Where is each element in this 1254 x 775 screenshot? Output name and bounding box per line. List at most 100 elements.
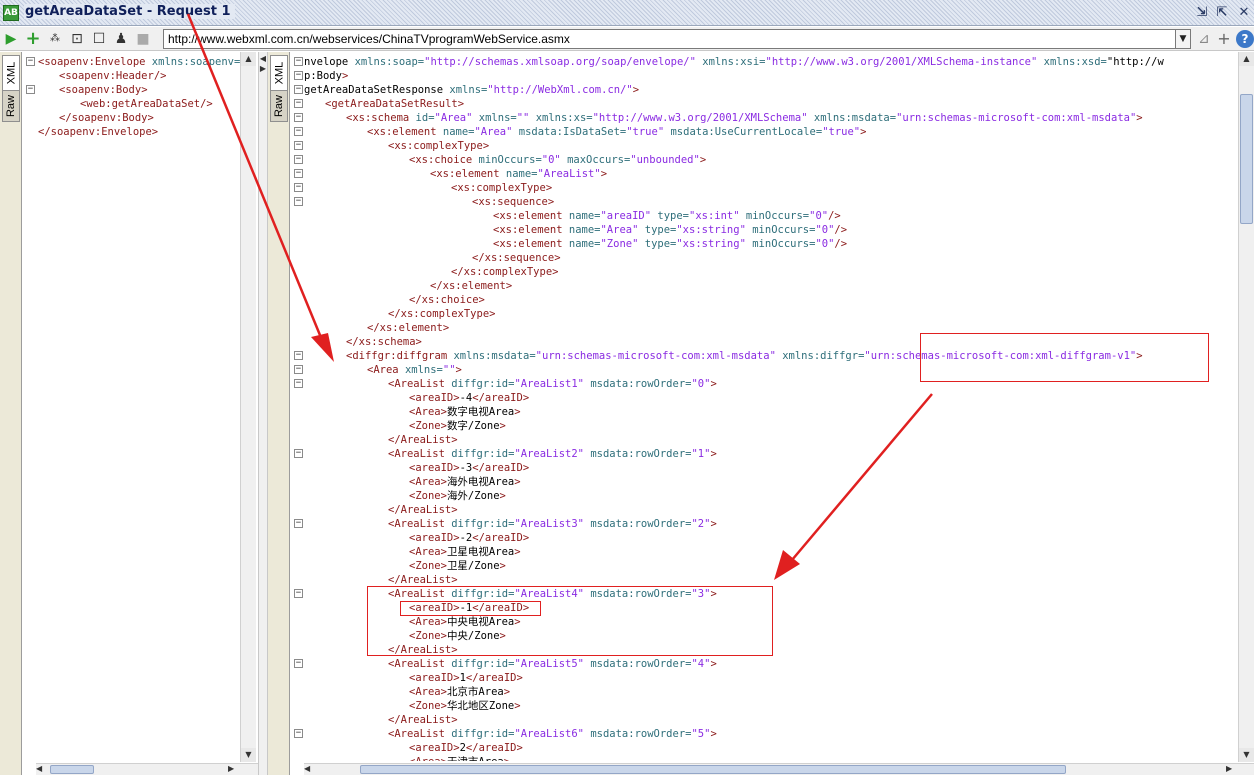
xml-line[interactable]: <areaID>-2</areaID>: [304, 531, 529, 545]
xml-line[interactable]: <xs:complexType>: [304, 181, 552, 195]
square-icon[interactable]: ☐: [90, 30, 108, 48]
fold-toggle-icon[interactable]: −: [294, 99, 303, 108]
xml-line[interactable]: <xs:element name="AreaList">: [304, 167, 607, 181]
fold-toggle-icon[interactable]: −: [294, 57, 303, 66]
detach-icon[interactable]: ⇱: [1214, 5, 1230, 21]
format-icon[interactable]: ⁂: [46, 30, 64, 48]
scroll-thumb[interactable]: [360, 765, 1066, 774]
fold-toggle-icon[interactable]: −: [294, 155, 303, 164]
xml-line[interactable]: <soapenv:Header/>: [38, 69, 166, 83]
fold-toggle-icon[interactable]: −: [294, 141, 303, 150]
xml-line[interactable]: <web:getAreaDataSet/>: [38, 97, 213, 111]
xml-line[interactable]: <areaID>-3</areaID>: [304, 461, 529, 475]
request-xml-editor[interactable]: <soapenv:Envelope xmlns:soapenv="http://…: [38, 55, 240, 761]
fold-toggle-icon[interactable]: −: [294, 519, 303, 528]
xml-line[interactable]: <xs:element name="Area" type="xs:string"…: [304, 223, 847, 237]
restore-down-icon[interactable]: ⇲: [1194, 5, 1210, 21]
xml-line[interactable]: <AreaList diffgr:id="AreaList3" msdata:r…: [304, 517, 717, 531]
xml-line[interactable]: <soapenv:Body>: [38, 83, 148, 97]
xml-line[interactable]: </xs:complexType>: [304, 307, 495, 321]
xml-line[interactable]: </xs:schema>: [304, 335, 422, 349]
xml-line[interactable]: <Zone>卫星/Zone>: [304, 559, 506, 573]
xml-line[interactable]: <AreaList diffgr:id="AreaList1" msdata:r…: [304, 377, 717, 391]
tab-xml[interactable]: XML: [2, 55, 20, 91]
xml-line[interactable]: <AreaList diffgr:id="AreaList2" msdata:r…: [304, 447, 717, 461]
fold-toggle-icon[interactable]: −: [294, 127, 303, 136]
scroll-down-icon[interactable]: ▼: [1239, 748, 1254, 762]
scroll-thumb[interactable]: [1240, 94, 1253, 224]
user-icon[interactable]: ♟: [112, 30, 130, 48]
xml-line[interactable]: <xs:element name="Area" msdata:IsDataSet…: [304, 125, 866, 139]
xml-line[interactable]: </xs:choice>: [304, 293, 485, 307]
response-vertical-scrollbar[interactable]: ▲ ▼: [1238, 52, 1254, 762]
xml-line[interactable]: <xs:sequence>: [304, 195, 554, 209]
fold-toggle-icon[interactable]: −: [294, 365, 303, 374]
xml-line[interactable]: <xs:schema id="Area" xmlns="" xmlns:xs="…: [304, 111, 1143, 125]
fold-toggle-icon[interactable]: −: [26, 85, 35, 94]
xml-line[interactable]: </AreaList>: [304, 573, 458, 587]
scroll-thumb[interactable]: [50, 765, 94, 774]
scroll-left-icon[interactable]: ◀: [304, 764, 310, 773]
xml-line[interactable]: <soapenv:Envelope xmlns:soapenv="http://…: [38, 55, 240, 69]
add-header-icon[interactable]: +: [1215, 30, 1233, 48]
help-icon[interactable]: ?: [1236, 30, 1254, 48]
add-icon[interactable]: +: [24, 30, 42, 48]
run-icon[interactable]: ▶: [2, 30, 20, 48]
stop-icon[interactable]: ■: [134, 30, 152, 48]
xml-line[interactable]: </xs:sequence>: [304, 251, 561, 265]
fold-toggle-icon[interactable]: −: [294, 379, 303, 388]
fold-toggle-icon[interactable]: −: [294, 449, 303, 458]
xml-line[interactable]: <areaID>2</areaID>: [304, 741, 523, 755]
xml-line[interactable]: </AreaList>: [304, 713, 458, 727]
tab-raw[interactable]: Raw: [270, 90, 288, 122]
xml-line[interactable]: <Zone>海外/Zone>: [304, 489, 506, 503]
filter-icon[interactable]: ⊿: [1195, 30, 1213, 48]
panel-splitter[interactable]: ◀ ▶: [258, 52, 268, 775]
xml-line[interactable]: <xs:complexType>: [304, 139, 489, 153]
fold-toggle-icon[interactable]: −: [294, 113, 303, 122]
tab-xml[interactable]: XML: [270, 55, 288, 91]
fold-toggle-icon[interactable]: −: [294, 659, 303, 668]
collapse-right-icon[interactable]: ▶: [259, 64, 267, 73]
xml-line[interactable]: <AreaList diffgr:id="AreaList5" msdata:r…: [304, 657, 717, 671]
tab-raw[interactable]: Raw: [2, 90, 20, 122]
scroll-left-icon[interactable]: ◀: [36, 764, 42, 773]
xml-line[interactable]: </AreaList>: [304, 503, 458, 517]
close-icon[interactable]: ✕: [1236, 5, 1252, 21]
response-horizontal-scrollbar[interactable]: ◀ ▶: [304, 763, 1254, 775]
scroll-down-icon[interactable]: ▼: [241, 748, 256, 762]
fold-toggle-icon[interactable]: −: [294, 729, 303, 738]
xml-line[interactable]: <Zone>华北地区Zone>: [304, 699, 521, 713]
request-vertical-scrollbar[interactable]: ▲ ▼: [240, 52, 256, 762]
fold-toggle-icon[interactable]: −: [294, 183, 303, 192]
endpoint-url-input[interactable]: http://www.webxml.com.cn/webservices/Chi…: [163, 29, 1176, 49]
xml-line[interactable]: </AreaList>: [304, 433, 458, 447]
xml-line[interactable]: <Area>天津市Area>: [304, 755, 510, 761]
fold-toggle-icon[interactable]: −: [294, 351, 303, 360]
scroll-right-icon[interactable]: ▶: [1226, 764, 1232, 773]
xml-line[interactable]: p:Body>: [304, 69, 348, 83]
xml-line[interactable]: <Area xmlns="">: [304, 363, 462, 377]
xml-line[interactable]: </xs:element>: [304, 279, 512, 293]
xml-line[interactable]: <xs:element name="Zone" type="xs:string"…: [304, 237, 847, 251]
scroll-up-icon[interactable]: ▲: [241, 52, 256, 66]
xml-line[interactable]: <xs:choice minOccurs="0" maxOccurs="unbo…: [304, 153, 706, 167]
xml-line[interactable]: <Area>海外电视Area>: [304, 475, 521, 489]
xml-line[interactable]: <getAreaDataSetResult>: [304, 97, 464, 111]
xml-line[interactable]: <Area>北京市Area>: [304, 685, 510, 699]
xml-line[interactable]: getAreaDataSetResponse xmlns="http://Web…: [304, 83, 639, 97]
zoom-icon[interactable]: ⊡: [68, 30, 86, 48]
xml-line[interactable]: </soapenv:Envelope>: [38, 125, 158, 139]
xml-line[interactable]: <Area>卫星电视Area>: [304, 545, 521, 559]
fold-toggle-icon[interactable]: −: [294, 169, 303, 178]
xml-line[interactable]: <Area>数字电视Area>: [304, 405, 521, 419]
xml-line[interactable]: <areaID>-4</areaID>: [304, 391, 529, 405]
xml-line[interactable]: </xs:element>: [304, 321, 449, 335]
collapse-left-icon[interactable]: ◀: [259, 54, 267, 63]
chevron-down-icon[interactable]: ▼: [1175, 29, 1191, 49]
xml-line[interactable]: </soapenv:Body>: [38, 111, 154, 125]
xml-line[interactable]: <Zone>数字/Zone>: [304, 419, 506, 433]
xml-line[interactable]: </xs:complexType>: [304, 265, 558, 279]
fold-toggle-icon[interactable]: −: [26, 57, 35, 66]
xml-line[interactable]: <xs:element name="areaID" type="xs:int" …: [304, 209, 841, 223]
